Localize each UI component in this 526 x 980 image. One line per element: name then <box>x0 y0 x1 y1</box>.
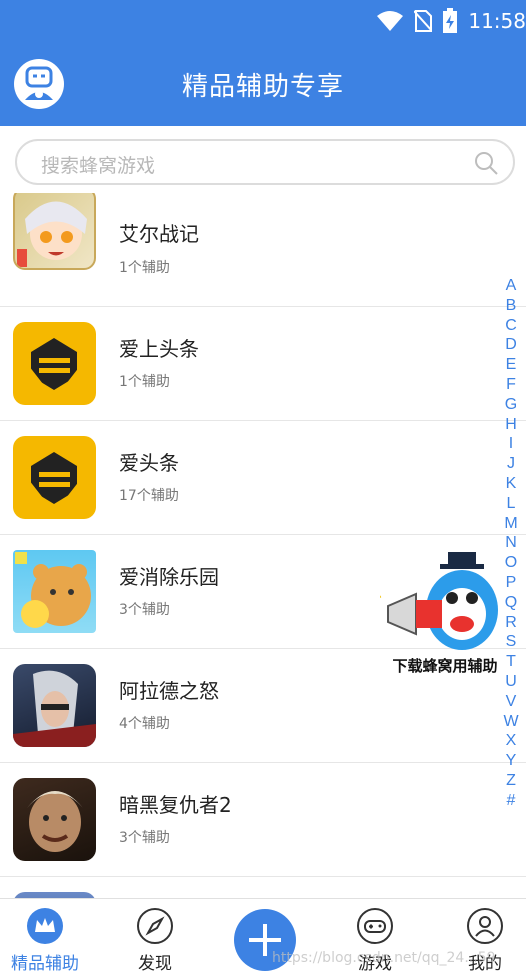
game-name: 爱头条 <box>119 451 179 475</box>
app-header: 11:58 精品辅助专享 <box>0 0 526 126</box>
game-name: 暗黑复仇者2 <box>119 793 232 817</box>
user-icon <box>467 908 503 944</box>
tab-label: 发现 <box>138 954 172 974</box>
index-letter[interactable]: K <box>506 474 517 494</box>
download-promo-badge[interactable]: 下载蜂窝用辅助 <box>380 552 510 676</box>
index-letter[interactable]: I <box>509 434 513 454</box>
crown-icon <box>27 908 63 944</box>
list-item-partial[interactable] <box>0 877 526 898</box>
aux-count: 1个辅助 <box>119 374 170 390</box>
search-icon[interactable] <box>473 150 499 176</box>
wifi-icon <box>377 11 404 31</box>
index-letter[interactable]: Z <box>506 771 516 791</box>
list-item[interactable]: 爱上头条 1个辅助 <box>0 307 526 421</box>
index-letter[interactable]: B <box>506 296 517 316</box>
list-item[interactable]: 暗黑复仇者2 3个辅助 <box>0 763 526 877</box>
index-letter[interactable]: Y <box>506 751 517 771</box>
index-letter[interactable]: H <box>505 415 517 435</box>
monster-game-icon <box>13 778 96 861</box>
index-letter[interactable]: G <box>505 395 517 415</box>
game-list[interactable]: 艾尔战记 1个辅助 爱上头条 1个辅助 爱头条 17个辅助 爱消除乐园 3个辅助… <box>0 193 526 898</box>
index-letter[interactable]: A <box>506 276 517 296</box>
index-letter[interactable]: V <box>506 692 517 712</box>
index-letter[interactable]: J <box>507 454 515 474</box>
tab-label: 精品辅助 <box>11 954 79 974</box>
game-name: 艾尔战记 <box>119 222 199 246</box>
index-letter[interactable]: W <box>503 712 518 732</box>
game-name: 爱消除乐园 <box>119 565 219 589</box>
mascot-megaphone-icon <box>380 552 498 650</box>
index-letter[interactable]: N <box>505 533 517 553</box>
tab-discover[interactable]: 发现 <box>105 899 205 980</box>
aux-count: 1个辅助 <box>119 260 170 276</box>
compass-icon <box>137 908 173 944</box>
watermark-text: https://blog.csdn.net/qq_24...59 <box>272 950 496 966</box>
index-letter[interactable]: F <box>506 375 516 395</box>
aux-count: 4个辅助 <box>119 716 170 732</box>
index-letter[interactable]: C <box>505 316 517 336</box>
tab-games[interactable]: 游戏 <box>325 899 425 980</box>
bee-logo-icon <box>13 436 96 519</box>
game-name: 爱上头条 <box>119 337 199 361</box>
aux-count: 3个辅助 <box>119 602 170 618</box>
index-letter[interactable]: # <box>507 791 516 811</box>
bee-logo-icon <box>13 322 96 405</box>
status-bar: 11:58 <box>376 6 526 36</box>
index-letter[interactable]: E <box>506 355 517 375</box>
index-letter[interactable]: D <box>505 335 517 355</box>
tab-mine[interactable]: 我的 <box>435 899 526 980</box>
warrior-game-icon <box>13 664 96 747</box>
no-sim-icon <box>414 10 433 32</box>
list-item[interactable]: 爱头条 17个辅助 <box>0 421 526 535</box>
page-title: 精品辅助专享 <box>181 72 344 102</box>
list-item[interactable]: 艾尔战记 1个辅助 <box>0 193 526 307</box>
index-letter[interactable]: M <box>504 514 517 534</box>
game-icon-anime <box>13 193 96 270</box>
promo-text: 下载蜂窝用辅助 <box>392 657 498 675</box>
gamepad-icon <box>357 908 393 944</box>
aux-count: 3个辅助 <box>119 830 170 846</box>
alphabet-index[interactable]: A B C D E F G H I J K L M N O P Q R S T U V W X Y Z # <box>500 276 522 811</box>
bear-game-icon <box>13 550 96 633</box>
aux-count: 17个辅助 <box>119 488 179 504</box>
game-name: 阿拉德之怒 <box>119 679 219 703</box>
search-placeholder: 搜索蜂窝游戏 <box>41 155 156 177</box>
battery-charging-icon <box>443 8 458 33</box>
index-letter[interactable]: L <box>507 494 516 514</box>
tab-featured-aux[interactable]: 精品辅助 <box>0 899 95 980</box>
index-letter[interactable]: X <box>506 731 517 751</box>
search-input[interactable]: 搜索蜂窝游戏 <box>15 139 515 185</box>
status-time: 11:58 <box>468 9 526 33</box>
